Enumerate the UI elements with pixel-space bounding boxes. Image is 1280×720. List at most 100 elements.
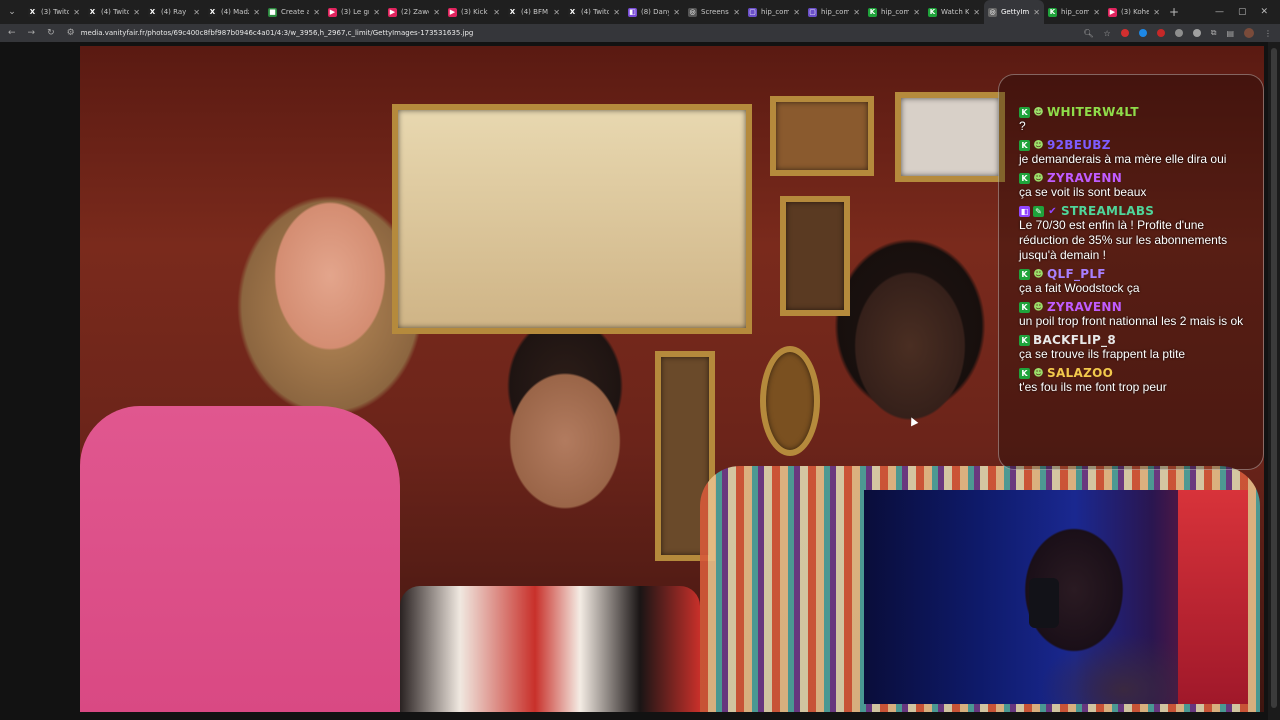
kick-badge-icon: K bbox=[1019, 172, 1030, 184]
browser-tab[interactable]: X (3) Twitch✕ bbox=[24, 0, 84, 24]
painting-frame bbox=[780, 196, 850, 316]
scrollbar-thumb[interactable] bbox=[1271, 48, 1277, 708]
browser-tab[interactable]: ◧ (8) Dany ✕ bbox=[624, 0, 684, 24]
chat-message: K BACKFLIP_8 ça se trouve ils frappent la … bbox=[1019, 333, 1249, 362]
tab-close-icon[interactable]: ✕ bbox=[313, 8, 320, 17]
chat-message-header: K ☻ SALAZOO bbox=[1019, 366, 1249, 380]
extension-icon[interactable] bbox=[1192, 29, 1201, 37]
profile-avatar[interactable] bbox=[1244, 28, 1254, 38]
extension-icon[interactable] bbox=[1138, 29, 1147, 37]
sidebar-icon[interactable]: ▤ bbox=[1226, 29, 1234, 38]
tab-search-button[interactable]: ⌄ bbox=[0, 0, 24, 24]
chat-username[interactable]: BACKFLIP_8 bbox=[1033, 333, 1116, 347]
extension-icon[interactable] bbox=[1156, 29, 1165, 37]
maximize-icon[interactable]: ▢ bbox=[1238, 7, 1247, 17]
tab-close-icon[interactable]: ✕ bbox=[613, 8, 620, 17]
browser-tab[interactable]: ▶ (2) Zawo ✕ bbox=[384, 0, 444, 24]
x-icon: X bbox=[568, 7, 577, 17]
tab-close-icon[interactable]: ✕ bbox=[133, 8, 140, 17]
browser-tab[interactable]: X (4) Twitch✕ bbox=[84, 0, 144, 24]
chat-username[interactable]: STREAMLABS bbox=[1061, 204, 1154, 218]
x-icon: X bbox=[508, 7, 517, 17]
painting-frame bbox=[895, 92, 1005, 182]
kick-badge-icon: K bbox=[1019, 367, 1030, 379]
tab-close-icon[interactable]: ✕ bbox=[193, 8, 200, 17]
chat-message-header: K BACKFLIP_8 bbox=[1019, 333, 1249, 347]
tab-close-icon[interactable]: ✕ bbox=[793, 8, 800, 17]
back-icon[interactable]: ← bbox=[8, 28, 16, 38]
chat-message-text: t'es fou ils me font trop peur bbox=[1019, 380, 1167, 394]
tab-close-icon[interactable]: ✕ bbox=[673, 8, 680, 17]
browser-tab[interactable]: X (4) BFM ✕ bbox=[504, 0, 564, 24]
chat-username[interactable]: 92BEUBZ bbox=[1047, 138, 1111, 152]
tab-title: (4) Twitch bbox=[581, 8, 610, 16]
tab-close-icon[interactable]: ✕ bbox=[913, 8, 920, 17]
chat-message-text: ? bbox=[1019, 119, 1026, 133]
skull-badge-icon: ☻ bbox=[1033, 172, 1044, 184]
forward-icon[interactable]: → bbox=[28, 28, 36, 38]
zoom-icon[interactable]: 🔍︎ bbox=[1083, 29, 1093, 38]
extension-icon[interactable] bbox=[1120, 29, 1129, 37]
tab-title: (3) Twitch bbox=[41, 8, 70, 16]
extension-icon[interactable] bbox=[1174, 29, 1183, 37]
webcam-feed bbox=[864, 490, 1248, 704]
chat-username[interactable]: WHITERW4LT bbox=[1047, 105, 1139, 119]
chat-username[interactable]: ZYRAVENN bbox=[1047, 300, 1122, 314]
tab-close-icon[interactable]: ✕ bbox=[433, 8, 440, 17]
tab-close-icon[interactable]: ✕ bbox=[973, 8, 980, 17]
browser-tab[interactable]: ◎ Screensh ✕ bbox=[684, 0, 744, 24]
chat-username[interactable]: ZYRAVENN bbox=[1047, 171, 1122, 185]
x-icon: X bbox=[88, 7, 97, 17]
chat-username[interactable]: QLF_PLF bbox=[1047, 267, 1106, 281]
site-info-icon[interactable]: ⚙ bbox=[67, 28, 75, 38]
extensions-puzzle-icon[interactable]: ⧉ bbox=[1211, 28, 1217, 38]
chat-username[interactable]: SALAZOO bbox=[1047, 366, 1113, 380]
close-icon[interactable]: ✕ bbox=[1260, 7, 1268, 17]
youtube-icon: ▶ bbox=[328, 7, 337, 17]
tab-close-icon[interactable]: ✕ bbox=[253, 8, 260, 17]
tab-close-icon[interactable]: ✕ bbox=[1033, 8, 1040, 17]
chat-message-text: Le 70/30 est enfin là ! Profite d'une ré… bbox=[1019, 218, 1228, 262]
minimize-icon[interactable]: — bbox=[1215, 7, 1224, 17]
browser-tab[interactable]: X (4) Madz ✕ bbox=[204, 0, 264, 24]
scrollbar[interactable] bbox=[1268, 42, 1280, 720]
bookmark-star-icon[interactable]: ☆ bbox=[1104, 29, 1111, 38]
tab-title: (4) Twitch bbox=[101, 8, 130, 16]
tab-title: (3) Kick bbox=[461, 8, 488, 16]
browser-tab[interactable]: X (4) Twitch✕ bbox=[564, 0, 624, 24]
browser-tab[interactable]: K Watch K ✕ bbox=[924, 0, 984, 24]
globe-icon: ◎ bbox=[688, 7, 697, 17]
browser-toolbar: ← → ↻ ⚙ media.vanityfair.fr/photos/69c40… bbox=[0, 24, 1280, 42]
browser-tab[interactable]: ▶ (3) Le gr ✕ bbox=[324, 0, 384, 24]
tab-close-icon[interactable]: ✕ bbox=[73, 8, 80, 17]
browser-tab[interactable]: ◎ GettyIm ✕ bbox=[984, 0, 1044, 24]
browser-tab[interactable]: ▢ hip_com ✕ bbox=[804, 0, 864, 24]
page-content: K ☻ WHITERW4LT? K ☻ 92BEUBZ je demanderais à m… bbox=[0, 42, 1280, 720]
tab-title: (4) Ray bbox=[161, 8, 187, 16]
tab-close-icon[interactable]: ✕ bbox=[853, 8, 860, 17]
new-tab-button[interactable]: + bbox=[1164, 5, 1184, 19]
address-bar[interactable]: ⚙ media.vanityfair.fr/photos/69c400c8fbf… bbox=[67, 26, 1072, 40]
tab-title: (4) Madz bbox=[221, 8, 250, 16]
tab-close-icon[interactable]: ✕ bbox=[733, 8, 740, 17]
browser-tab[interactable]: ▢ hip_com ✕ bbox=[744, 0, 804, 24]
chat-message: ◧ ✎ ✔ STREAMLABS Le 70/30 est enfin là ! Pro… bbox=[1019, 204, 1249, 263]
x-icon: X bbox=[28, 7, 37, 17]
tab-close-icon[interactable]: ✕ bbox=[1153, 8, 1160, 17]
browser-tab[interactable]: ▶ (3) Kick ✕ bbox=[444, 0, 504, 24]
tab-title: Create a bbox=[281, 8, 310, 16]
url-text: media.vanityfair.fr/photos/69c400c8fbf98… bbox=[80, 29, 474, 37]
tab-close-icon[interactable]: ✕ bbox=[373, 8, 380, 17]
browser-tab[interactable]: Khip_com ✕ bbox=[1044, 0, 1104, 24]
browser-tab[interactable]: ▶ (3) Kohe ✕ bbox=[1104, 0, 1164, 24]
browser-tab[interactable]: Khip_com ✕ bbox=[864, 0, 924, 24]
browser-tab[interactable]: X (4) Ray ✕ bbox=[144, 0, 204, 24]
tab-close-icon[interactable]: ✕ bbox=[493, 8, 500, 17]
tab-close-icon[interactable]: ✕ bbox=[1093, 8, 1100, 17]
x-icon: X bbox=[148, 7, 157, 17]
doc-icon: ▢ bbox=[748, 7, 757, 17]
tab-close-icon[interactable]: ✕ bbox=[553, 8, 560, 17]
browser-tab[interactable]: ■ Create a ✕ bbox=[264, 0, 324, 24]
menu-kebab-icon[interactable]: ⋮ bbox=[1264, 29, 1272, 38]
reload-icon[interactable]: ↻ bbox=[47, 28, 55, 38]
